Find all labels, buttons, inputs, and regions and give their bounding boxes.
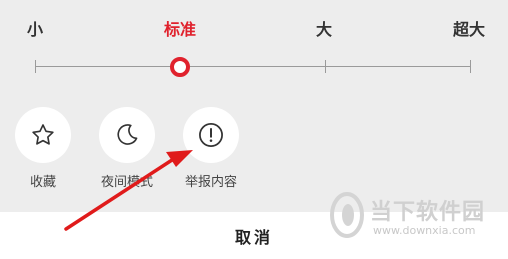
report-content-label: 举报内容 <box>184 175 237 190</box>
exclamation-circle-icon <box>199 123 223 147</box>
font-size-standard-option[interactable]: 标准 <box>164 19 196 41</box>
slider-tick <box>325 60 326 73</box>
report-icon-circle[interactable] <box>183 107 239 163</box>
slider-tick <box>35 60 36 73</box>
font-size-slider-thumb[interactable] <box>170 57 190 77</box>
cancel-button[interactable]: 取消 <box>0 212 508 259</box>
favorite-label: 收藏 <box>29 175 56 190</box>
font-size-small-option[interactable]: 小 <box>27 19 43 41</box>
slider-tick <box>470 60 471 73</box>
moon-icon <box>117 124 138 145</box>
font-size-xlarge-option[interactable]: 超大 <box>453 19 485 41</box>
night-mode-button[interactable]: 夜间模式 <box>97 107 157 191</box>
star-icon <box>32 124 54 145</box>
favorite-button[interactable]: 收藏 <box>13 107 73 191</box>
favorite-icon-circle[interactable] <box>15 107 71 163</box>
share-settings-sheet: 小 标准 大 超大 收藏 夜间模式 举报内容 <box>0 0 508 212</box>
font-size-slider-track[interactable] <box>35 66 471 67</box>
night-mode-icon-circle[interactable] <box>99 107 155 163</box>
night-mode-label: 夜间模式 <box>100 175 153 190</box>
report-content-button[interactable]: 举报内容 <box>181 107 241 191</box>
font-size-large-option[interactable]: 大 <box>316 19 332 41</box>
